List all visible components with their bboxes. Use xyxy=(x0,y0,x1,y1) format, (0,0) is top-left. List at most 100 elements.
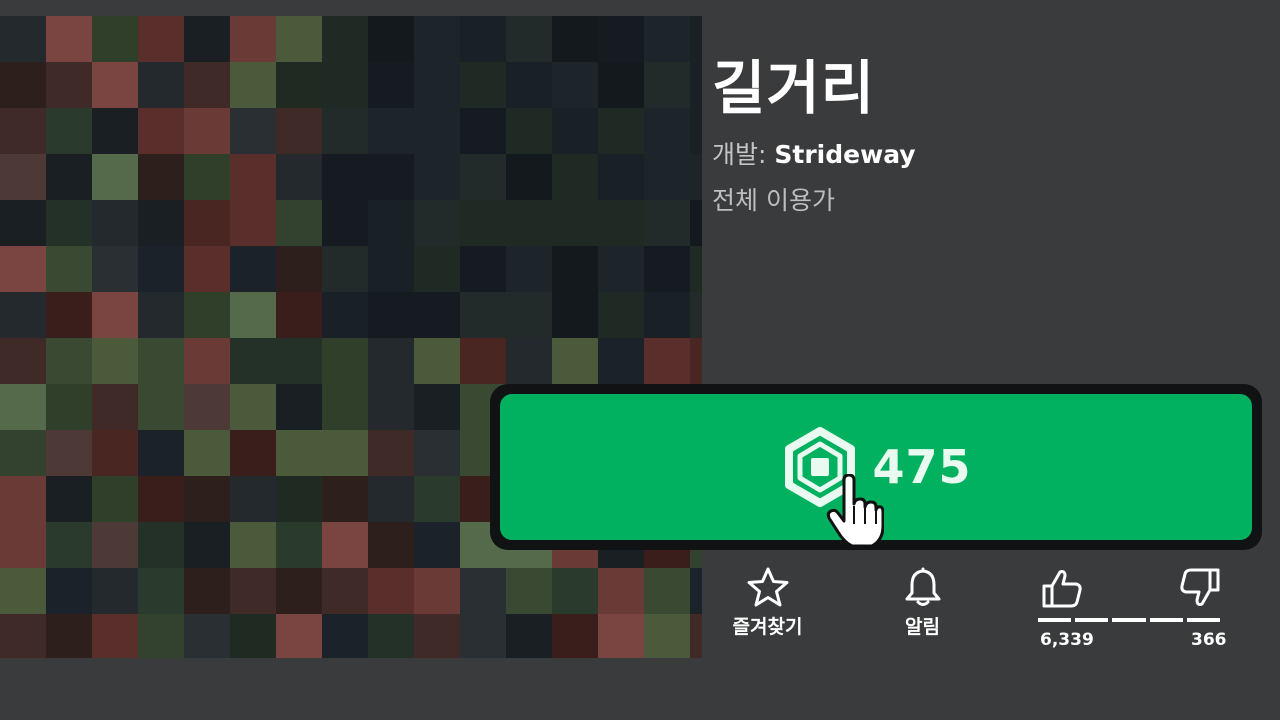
mosaic-pixel xyxy=(598,200,644,246)
mosaic-pixel xyxy=(460,62,506,108)
mosaic-pixel xyxy=(322,338,368,384)
mosaic-pixel xyxy=(0,16,46,62)
favorite-button[interactable]: 즐겨찾기 xyxy=(720,566,815,639)
mosaic-pixel xyxy=(644,246,690,292)
mosaic-pixel xyxy=(230,62,276,108)
mosaic-pixel xyxy=(230,430,276,476)
mosaic-pixel xyxy=(184,200,230,246)
game-thumbnail xyxy=(0,16,702,658)
mosaic-pixel xyxy=(598,246,644,292)
like-button[interactable] xyxy=(1040,566,1084,614)
price-row: 475 xyxy=(780,427,971,507)
mosaic-pixel xyxy=(276,62,322,108)
mosaic-pixel xyxy=(46,62,92,108)
dislike-button[interactable] xyxy=(1178,566,1222,614)
mosaic-pixel xyxy=(414,62,460,108)
mosaic-pixel xyxy=(0,292,46,338)
mosaic-pixel xyxy=(138,108,184,154)
mosaic-pixel xyxy=(0,108,46,154)
mosaic-pixel xyxy=(46,200,92,246)
mosaic-pixel xyxy=(460,154,506,200)
game-title: 길거리 xyxy=(712,54,876,122)
mosaic-pixel xyxy=(506,154,552,200)
mosaic-pixel xyxy=(506,108,552,154)
mosaic-pixel xyxy=(46,384,92,430)
star-icon xyxy=(747,567,788,607)
mosaic-pixel xyxy=(644,292,690,338)
mosaic-pixel xyxy=(368,108,414,154)
mosaic-pixel xyxy=(0,154,46,200)
buy-button[interactable]: 475 xyxy=(500,394,1252,540)
notify-button[interactable]: 알림 xyxy=(880,566,965,639)
mosaic-pixel xyxy=(552,338,598,384)
mosaic-pixel xyxy=(322,430,368,476)
mosaic-pixel xyxy=(230,16,276,62)
mosaic-pixel xyxy=(322,384,368,430)
mosaic-pixel xyxy=(138,154,184,200)
mosaic-pixel xyxy=(138,384,184,430)
age-rating: 전체 이용가 xyxy=(712,186,835,215)
mosaic-pixel xyxy=(552,200,598,246)
mosaic-pixel xyxy=(92,200,138,246)
mosaic-pixel xyxy=(322,522,368,568)
mosaic-pixel xyxy=(92,16,138,62)
mosaic-pixel xyxy=(552,292,598,338)
vote-bar-segment xyxy=(1075,618,1109,622)
price-amount: 475 xyxy=(872,440,972,494)
mosaic-pixel xyxy=(92,522,138,568)
mosaic-pixel xyxy=(644,200,690,246)
vote-bar-segment xyxy=(1149,618,1183,622)
mosaic-pixel xyxy=(0,476,46,522)
mosaic-pixel xyxy=(414,292,460,338)
mosaic-pixel xyxy=(644,108,690,154)
mosaic-pixel xyxy=(414,430,460,476)
favorite-label: 즐겨찾기 xyxy=(732,616,803,638)
mosaic-pixel xyxy=(690,246,702,292)
mosaic-pixel xyxy=(184,154,230,200)
mosaic-pixel xyxy=(184,62,230,108)
robux-icon xyxy=(785,427,856,507)
mosaic-pixel xyxy=(552,62,598,108)
mosaic-pixel xyxy=(230,154,276,200)
mosaic-pixel xyxy=(276,476,322,522)
mosaic-pixel xyxy=(138,292,184,338)
mosaic-pixel xyxy=(46,292,92,338)
mosaic-pixel xyxy=(0,62,46,108)
mosaic-pixel xyxy=(368,338,414,384)
mosaic-pixel xyxy=(690,200,702,246)
mosaic-pixel xyxy=(322,154,368,200)
like-count: 6,339 xyxy=(1040,630,1094,650)
mosaic-pixel xyxy=(92,292,138,338)
mosaic-pixel xyxy=(322,476,368,522)
mosaic-pixel xyxy=(414,108,460,154)
vote-bar-segment xyxy=(1186,618,1221,622)
mosaic-pixel xyxy=(552,154,598,200)
mosaic-pixel xyxy=(46,476,92,522)
mosaic-pixel xyxy=(690,62,702,108)
mosaic-pixel xyxy=(46,108,92,154)
mosaic-pixel xyxy=(276,200,322,246)
mosaic-pixel xyxy=(184,430,230,476)
mosaic-pixel xyxy=(368,522,414,568)
mosaic-pixel xyxy=(690,154,702,200)
mosaic-pixel xyxy=(460,338,506,384)
mosaic-pixel xyxy=(322,108,368,154)
mosaic-pixel xyxy=(46,154,92,200)
mosaic-pixel xyxy=(46,338,92,384)
mosaic-pixel xyxy=(92,154,138,200)
mosaic-pixel xyxy=(414,522,460,568)
mosaic-pixel xyxy=(598,338,644,384)
mosaic-pixel xyxy=(368,200,414,246)
thumbs-down-icon xyxy=(1180,568,1220,606)
notify-label: 알림 xyxy=(905,616,940,638)
mosaic-pixel xyxy=(414,16,460,62)
mosaic-pixel xyxy=(0,384,46,430)
mosaic-pixel xyxy=(598,292,644,338)
creator-link[interactable]: Strideway xyxy=(774,140,915,169)
mosaic-pixel xyxy=(552,246,598,292)
mosaic-pixel xyxy=(92,62,138,108)
mosaic-pixel xyxy=(598,108,644,154)
mosaic-pixel xyxy=(322,246,368,292)
mosaic-pixel xyxy=(368,430,414,476)
mosaic-pixel xyxy=(598,154,644,200)
